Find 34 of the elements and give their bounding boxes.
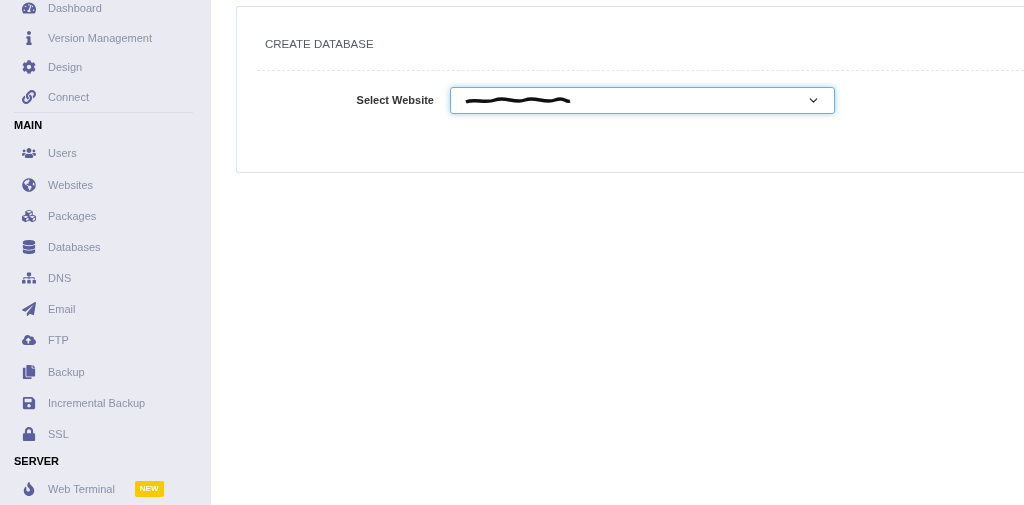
sidebar-item[interactable]: Dashboard (20, 0, 191, 23)
section-header: MAIN (14, 118, 43, 133)
sidebar-item[interactable]: FTP (20, 324, 191, 357)
link-icon (22, 89, 36, 104)
sidebar-item[interactable]: Version Management (20, 22, 191, 53)
sidebar-item[interactable]: Databases (20, 231, 191, 263)
sitemap-icon (22, 271, 36, 286)
website-select[interactable] (450, 87, 835, 114)
sidebar-item[interactable]: Design (20, 52, 191, 83)
sidebar-item[interactable]: Email (20, 293, 191, 325)
sidebar-item[interactable]: Web Terminal NEW (20, 473, 191, 505)
globe-icon (22, 177, 36, 192)
sidebar-item[interactable]: DNS (20, 262, 191, 294)
settings-icon (22, 60, 36, 75)
card-title: CREATE DATABASE (265, 38, 374, 50)
sidebar-item[interactable]: Packages (20, 200, 191, 232)
cloud-upload-icon (22, 333, 36, 348)
field-label: Select Website (356, 93, 434, 109)
copy-icon (22, 364, 36, 379)
new-badge: NEW (134, 481, 164, 498)
paper-plane-icon (22, 302, 36, 317)
sidebar-item[interactable]: Backup (20, 356, 191, 388)
sidebar-item[interactable]: Connect (20, 82, 191, 112)
section-header: SERVER (14, 454, 60, 470)
users-icon (22, 146, 36, 161)
sidebar-item[interactable]: Users (20, 137, 191, 169)
sidebar-item[interactable]: SSL (20, 418, 191, 450)
cubes-icon (22, 208, 36, 223)
lock-icon (22, 427, 36, 442)
sidebar-item[interactable]: Websites (20, 168, 191, 201)
dashboard-icon (22, 0, 36, 15)
flame-icon (22, 482, 36, 497)
database-icon (22, 239, 36, 254)
sidebar-item[interactable]: Incremental Backup (20, 387, 191, 419)
